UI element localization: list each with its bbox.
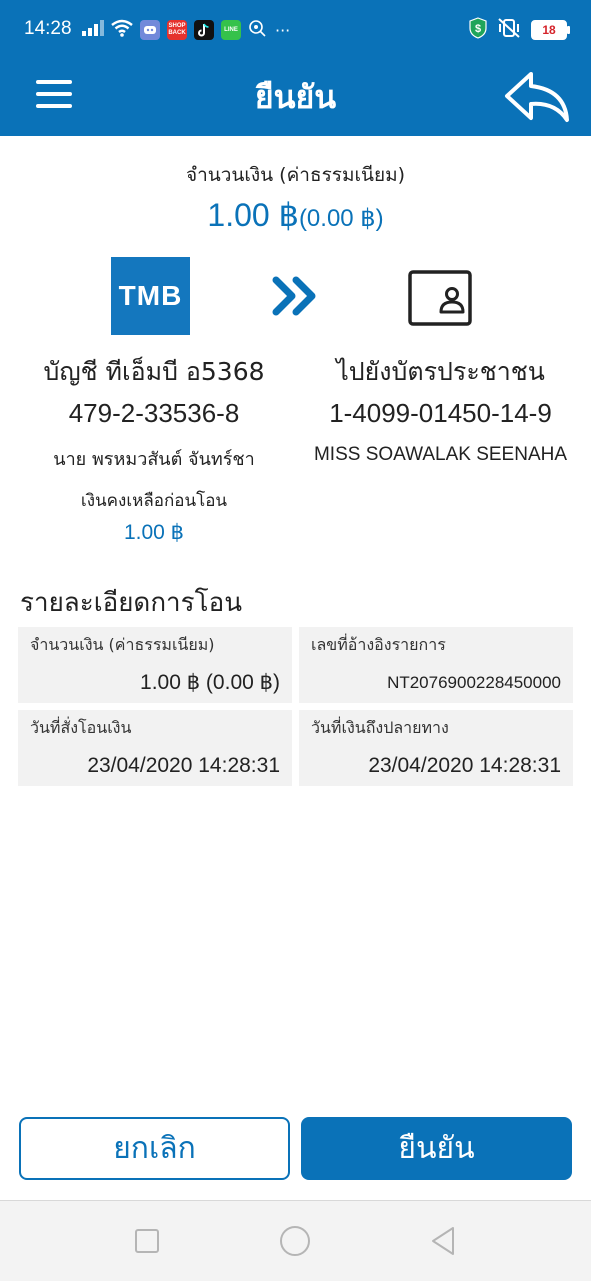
amount-label: จำนวนเงิน (ค่าธรรมเนียม)	[185, 164, 406, 186]
mute-vibrate-icon	[497, 18, 521, 42]
more-notifications-icon: ···	[275, 20, 291, 40]
fee-value: (0.00 ฿)	[298, 205, 384, 232]
detail-arrive-date-card: วันที่เงินถึงปลายทาง 23/04/2020 14:28:31	[299, 710, 573, 786]
detail-order-date-label: วันที่สั่งโอนเงิน	[30, 718, 132, 737]
shield-dollar-icon: $	[469, 17, 487, 43]
detail-amount-label: จำนวนเงิน (ค่าธรรมเนียม)	[30, 635, 215, 654]
from-account-number: 479-2-33536-8	[68, 398, 240, 428]
detail-reference-value: NT2076900228450000	[387, 673, 561, 692]
detail-reference-card: เลขที่อ้างอิงรายการ NT2076900228450000	[299, 627, 573, 703]
to-account-number: 1-4099-01450-14-9	[329, 398, 552, 428]
to-account-title: ไปยังบัตรประชาชน	[336, 357, 545, 386]
tiktok-app-icon	[194, 20, 214, 40]
wifi-icon	[111, 19, 133, 41]
battery-icon: 18	[531, 20, 570, 40]
reply-arrow-icon[interactable]	[501, 64, 573, 128]
home-icon[interactable]	[277, 1223, 313, 1259]
detail-amount-value: 1.00 ฿ (0.00 ฿)	[140, 671, 280, 694]
shopback-app-icon: SHOP BACK	[167, 20, 187, 40]
from-account-title: บัญชี ทีเอ็มบี อ5368	[43, 357, 265, 386]
status-icons-left: SHOP BACK LINE ···	[82, 17, 290, 43]
confirm-button[interactable]: ยืนยัน	[301, 1117, 572, 1180]
detail-arrive-date-value: 23/04/2020 14:28:31	[368, 754, 561, 777]
double-chevron-right-icon	[270, 276, 322, 316]
details-section-title: รายละเอียดการโอน	[20, 588, 242, 618]
from-account-name: นาย พรหมวสันต์ จันทร์ชา	[53, 449, 255, 470]
recent-apps-icon[interactable]	[129, 1223, 165, 1259]
amount-value: 1.00 ฿	[207, 197, 299, 233]
status-time: 14:28	[24, 18, 72, 39]
balance-label: เงินคงเหลือก่อนโอน	[80, 491, 228, 511]
detail-arrive-date-label: วันที่เงินถึงปลายทาง	[311, 718, 449, 737]
discord-app-icon	[140, 20, 160, 40]
line-app-icon: LINE	[221, 20, 241, 40]
cancel-button[interactable]: ยกเลิก	[19, 1117, 290, 1180]
detail-order-date-card: วันที่สั่งโอนเงิน 23/04/2020 14:28:31	[18, 710, 292, 786]
signal-icon	[82, 20, 104, 40]
app-header: ยืนยัน	[0, 60, 591, 136]
detail-reference-label: เลขที่อ้างอิงรายการ	[311, 635, 446, 654]
system-nav-bar	[0, 1200, 591, 1281]
id-card-icon	[408, 270, 472, 326]
back-icon[interactable]	[425, 1223, 461, 1259]
hotspot-icon	[248, 19, 268, 41]
tmb-bank-logo: TMB	[111, 257, 190, 335]
detail-order-date-value: 23/04/2020 14:28:31	[87, 754, 280, 777]
status-bar: 14:28 SHOP BACK LINE ··· $ 18	[0, 0, 591, 60]
to-account-name: MISS SOAWALAK SEENAHA	[313, 444, 568, 465]
status-icons-right: $ 18	[469, 17, 570, 43]
detail-amount-card: จำนวนเงิน (ค่าธรรมเนียม) 1.00 ฿ (0.00 ฿)	[18, 627, 292, 703]
svg-text:$: $	[475, 23, 481, 35]
amount-display: 1.00 ฿(0.00 ฿)	[0, 196, 591, 234]
balance-value: 1.00 ฿	[123, 521, 185, 544]
